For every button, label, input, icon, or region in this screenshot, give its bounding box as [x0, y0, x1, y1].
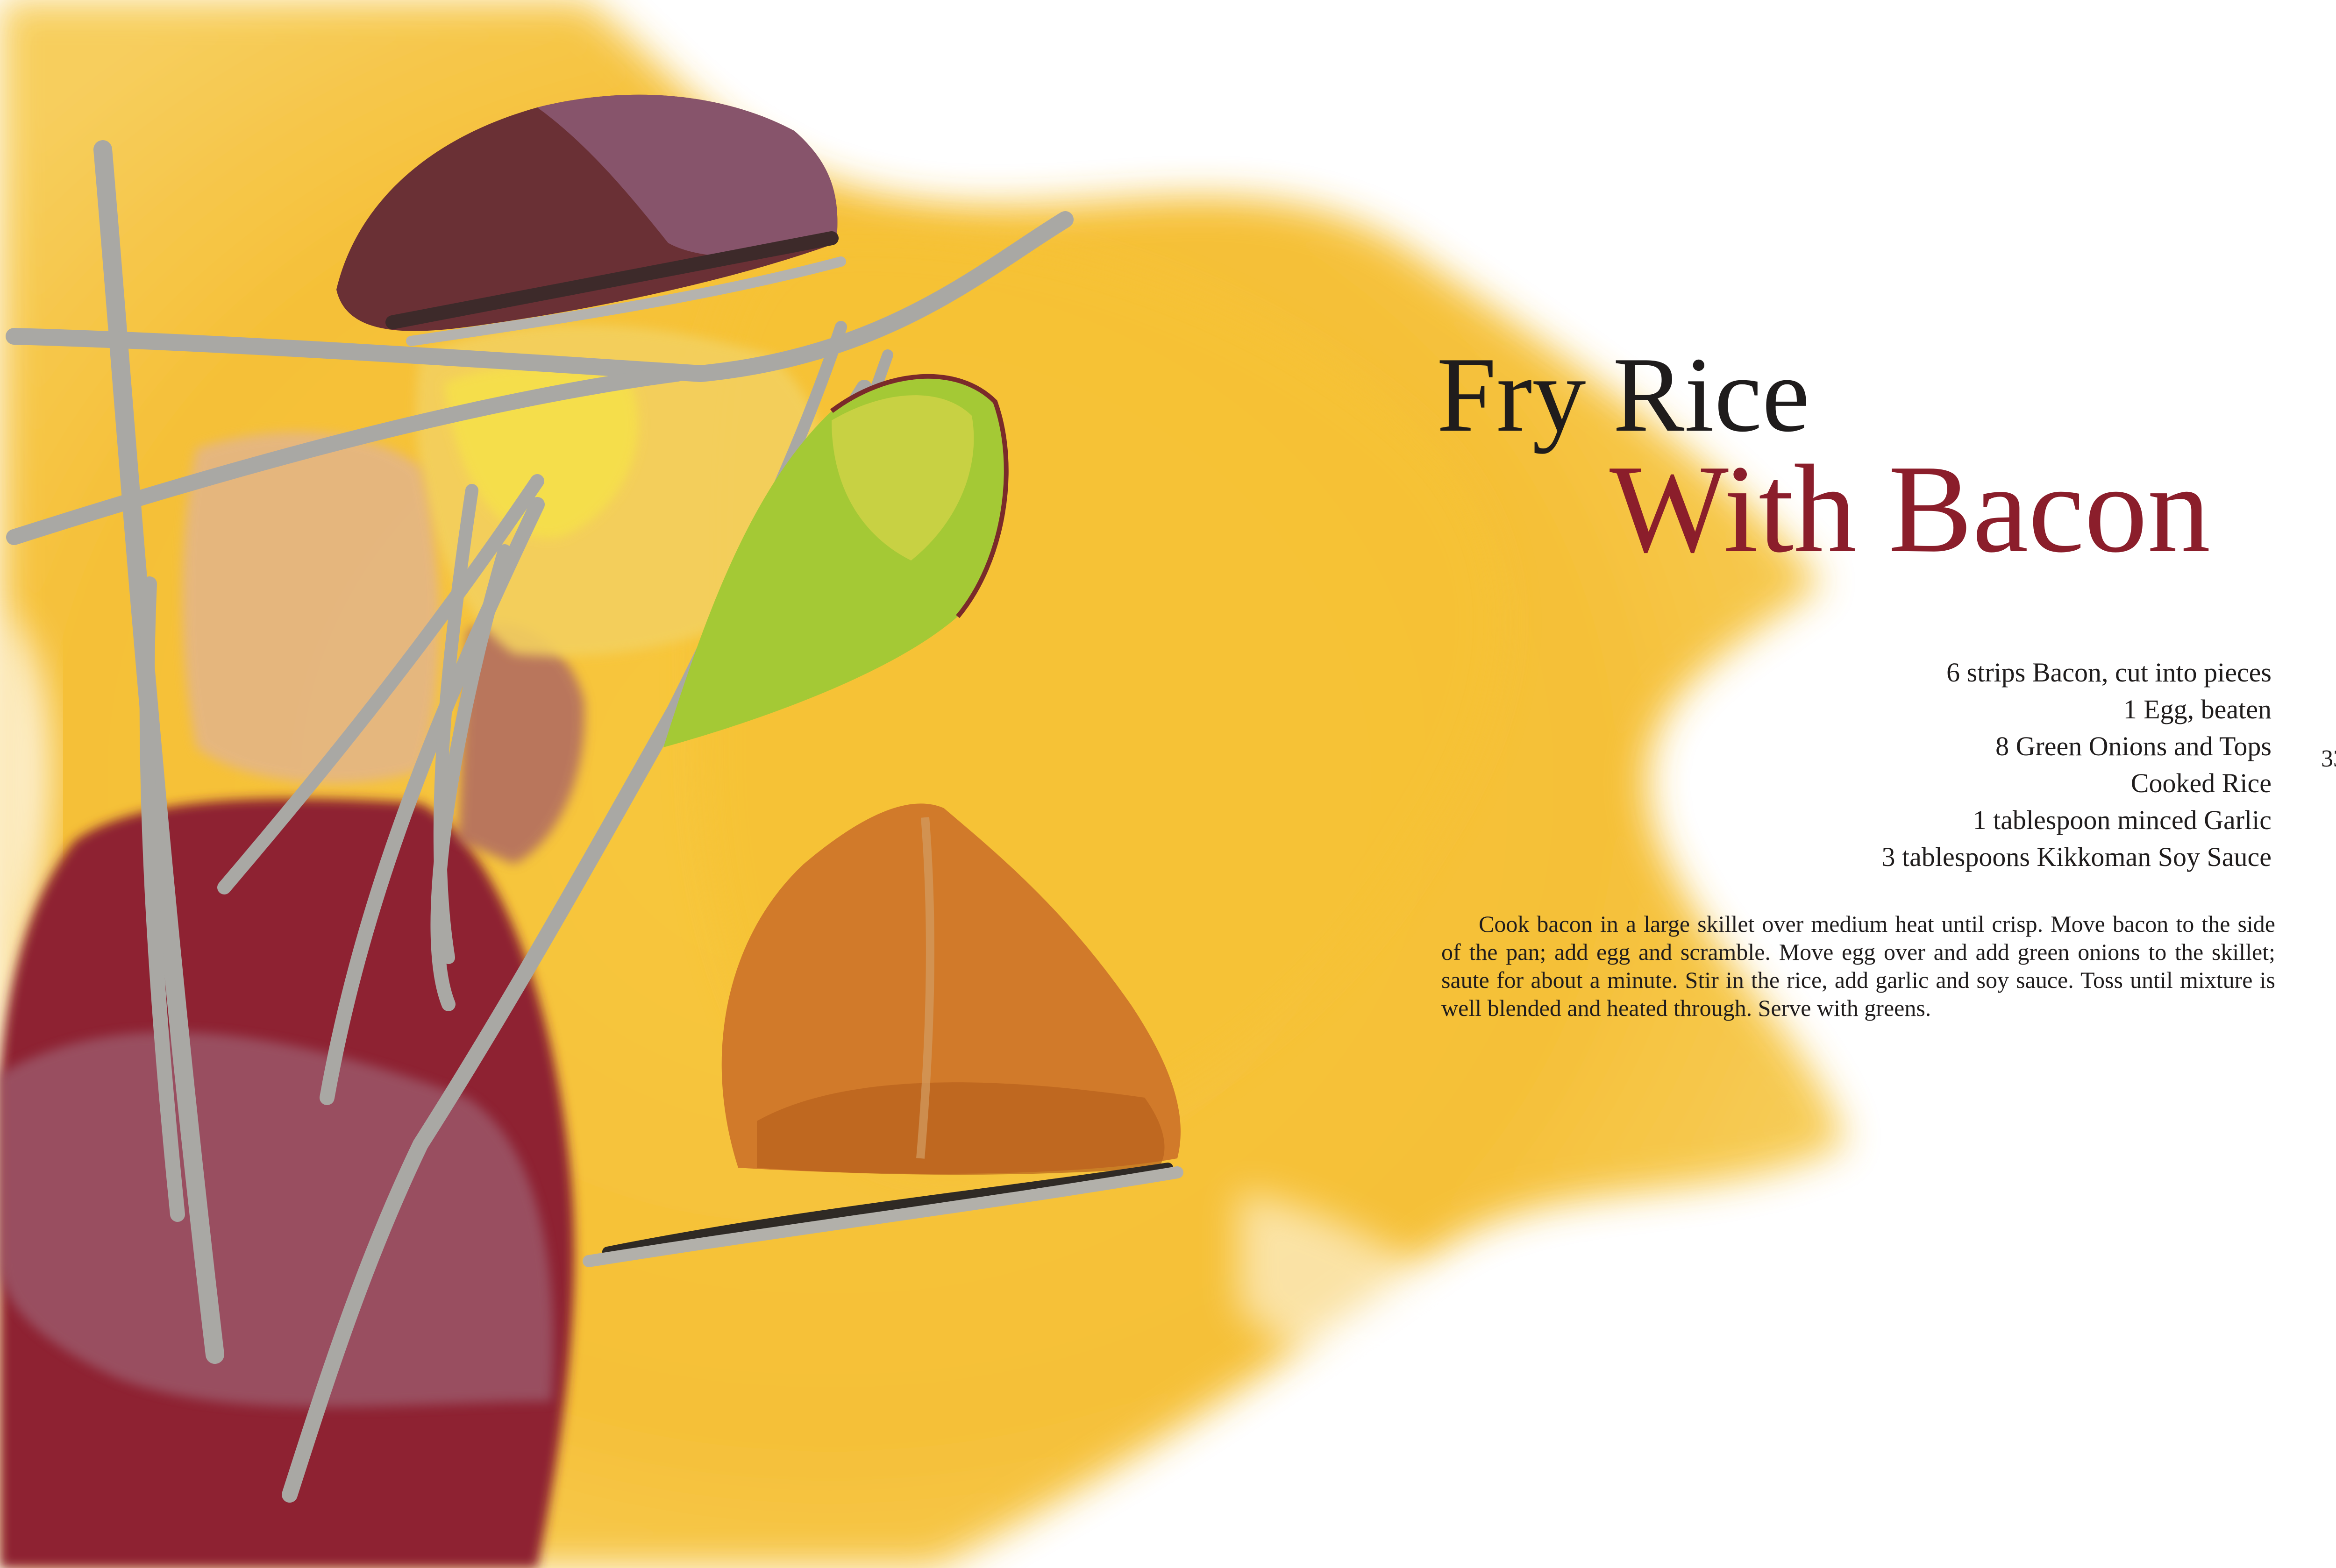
recipe-directions: Cook bacon in a large skillet over mediu… — [1441, 911, 2275, 1021]
page-number: 33 — [2321, 745, 2336, 772]
ingredient-item: 1 tablespoon minced Garlic — [1973, 805, 2272, 835]
ingredient-item: 1 Egg, beaten — [2123, 694, 2272, 724]
ingredient-item: Cooked Rice — [2130, 768, 2272, 798]
ingredient-item: 6 strips Bacon, cut into pieces — [1946, 657, 2272, 688]
recipe-title-line-2: With Bacon — [1610, 439, 2211, 579]
ingredient-item: 8 Green Onions and Tops — [1995, 731, 2272, 761]
recipe-title-line-1: Fry Rice — [1437, 335, 1810, 454]
ingredient-list: 6 strips Bacon, cut into pieces 1 Egg, b… — [1617, 654, 2272, 875]
ingredient-item: 3 tablespoons Kikkoman Soy Sauce — [1881, 842, 2272, 872]
